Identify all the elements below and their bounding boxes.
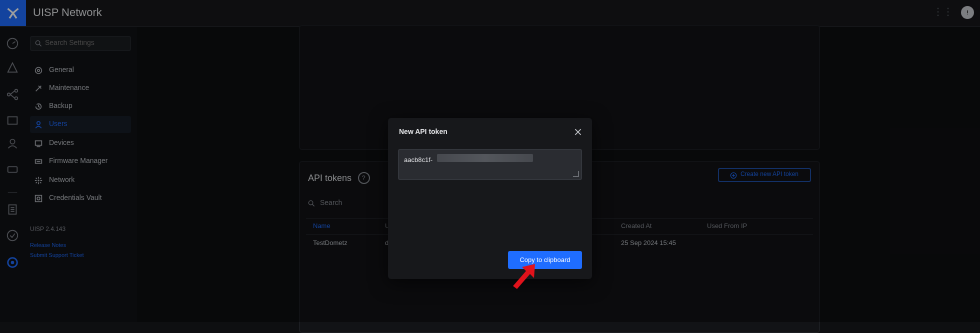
- new-api-token-modal: New API token aacb8c1f- Copy to clipboar…: [388, 118, 592, 279]
- modal-title: New API token: [399, 129, 448, 136]
- close-icon[interactable]: [573, 127, 583, 137]
- token-value: aacb8c1f-: [404, 157, 433, 164]
- resize-handle[interactable]: [573, 171, 579, 177]
- pointer-arrow-icon: [513, 264, 535, 289]
- token-redacted: [437, 154, 533, 162]
- token-textarea[interactable]: aacb8c1f-: [398, 149, 582, 180]
